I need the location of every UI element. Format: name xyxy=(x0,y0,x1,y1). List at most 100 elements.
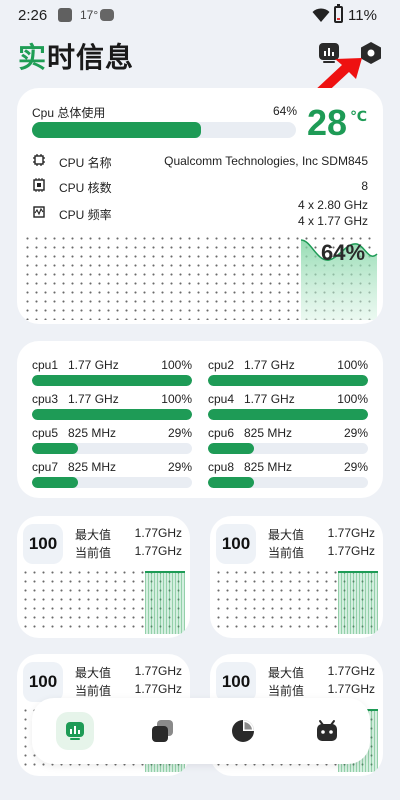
core-usage-bar xyxy=(208,375,368,386)
cpu-usage-bar-fill xyxy=(32,122,201,138)
cpu-temperature-unit: ℃ xyxy=(350,108,367,124)
nav-statistics[interactable] xyxy=(224,712,262,750)
cpu-usage-bar xyxy=(32,122,296,138)
max-frequency-value: 1.77GHz xyxy=(327,526,375,540)
core-usage-percent: 100% xyxy=(161,358,192,372)
android-icon xyxy=(317,720,337,741)
cpu-core-item: cpu8 825 MHz 29% xyxy=(208,460,368,490)
notification-app-icon xyxy=(58,8,72,22)
nav-realtime-info[interactable] xyxy=(56,712,94,750)
core-name: cpu7 xyxy=(32,460,59,474)
core-frequency-card[interactable]: 100 最大值 1.77GHz 当前值 1.77GHz xyxy=(210,516,383,638)
core-usage-bar-fill xyxy=(32,375,192,386)
core-name: cpu8 xyxy=(208,460,235,474)
core-frequency-card[interactable]: 100 最大值 1.77GHz 当前值 1.77GHz xyxy=(17,516,190,638)
message-notification-icon xyxy=(100,9,114,21)
frequency-icon xyxy=(33,206,45,218)
realtime-info-icon xyxy=(66,722,84,740)
cpu-core-item: cpu6 825 MHz 29% xyxy=(208,426,368,456)
core-frequency: 825 MHz xyxy=(68,460,117,474)
frequency-history-fill xyxy=(145,572,185,634)
core-usage-bar xyxy=(208,477,368,488)
battery-icon xyxy=(334,4,343,23)
cores-icon xyxy=(33,178,45,192)
cpu-core-item: cpu5 825 MHz 29% xyxy=(32,426,192,456)
core-usage-bar-fill xyxy=(208,443,255,454)
current-frequency-value: 1.77GHz xyxy=(327,682,375,696)
max-frequency-value: 1.77GHz xyxy=(327,664,375,678)
cpu-name-value: Qualcomm Technologies, Inc SDM845 xyxy=(164,154,368,168)
cpu-frequency-big: 4 x 2.80 GHz xyxy=(297,198,368,212)
core-usage-bar xyxy=(32,443,192,454)
core-frequency: 1.77 GHz xyxy=(68,358,119,372)
battery-percent: 11% xyxy=(348,7,377,24)
max-frequency-label: 最大值 xyxy=(75,666,112,680)
core-usage-percent: 29% xyxy=(343,426,368,440)
core-name: cpu6 xyxy=(208,426,235,440)
frequency-history-line xyxy=(145,571,185,573)
core-name: cpu2 xyxy=(208,358,235,372)
pie-chart-icon xyxy=(232,720,254,742)
cpu-usage-percent: 64% xyxy=(272,104,297,118)
status-time: 2:26 xyxy=(18,7,48,24)
nav-device[interactable] xyxy=(308,712,346,750)
core-usage-percent: 100% xyxy=(161,392,192,406)
current-frequency-label: 当前值 xyxy=(75,684,112,698)
core-usage-bar xyxy=(208,409,368,420)
max-frequency-value: 1.77GHz xyxy=(134,526,182,540)
current-frequency-label: 当前值 xyxy=(268,546,305,560)
current-frequency-value: 1.77GHz xyxy=(327,544,375,558)
max-frequency-label: 最大值 xyxy=(268,666,305,680)
cpu-name-label: CPU 名称 xyxy=(59,156,112,170)
page-title: 实时信息 xyxy=(18,36,134,76)
cpu-frequency-little: 4 x 1.77 GHz xyxy=(297,214,368,228)
nav-layers[interactable] xyxy=(144,712,182,750)
cpu-core-item: cpu2 1.77 GHz 100% xyxy=(208,358,368,388)
core-usage-bar-fill xyxy=(32,443,79,454)
frequency-percent-badge: 100 xyxy=(23,662,63,702)
core-frequency: 1.77 GHz xyxy=(68,392,119,406)
cpu-usage-graph-percent: 64% xyxy=(321,240,366,265)
core-frequency: 1.77 GHz xyxy=(244,358,295,372)
core-name: cpu3 xyxy=(32,392,59,406)
core-usage-bar-fill xyxy=(208,477,255,488)
core-usage-bar xyxy=(32,375,192,386)
cpu-core-item: cpu3 1.77 GHz 100% xyxy=(32,392,192,422)
cpu-cores-card: cpu1 1.77 GHz 100% cpu2 1.77 GHz 100% cpu3 1.77… xyxy=(17,341,383,498)
status-bar: 2:26 17° 11% xyxy=(0,0,400,30)
frequency-history-fill xyxy=(338,572,378,634)
current-frequency-label: 当前值 xyxy=(75,546,112,560)
core-frequency: 825 MHz xyxy=(244,426,293,440)
core-usage-percent: 100% xyxy=(337,392,368,406)
frequency-percent-badge: 100 xyxy=(216,524,256,564)
max-frequency-label: 最大值 xyxy=(75,528,112,542)
core-usage-bar-fill xyxy=(32,477,79,488)
core-usage-percent: 29% xyxy=(167,426,192,440)
cpu-overview-card: Cpu 总体使用 64% 28 ℃ CPU 名称 Qualcomm Techno… xyxy=(17,88,383,324)
max-frequency-value: 1.77GHz xyxy=(134,664,182,678)
cpu-core-item: cpu1 1.77 GHz 100% xyxy=(32,358,192,388)
current-frequency-value: 1.77GHz xyxy=(134,544,182,558)
core-usage-percent: 29% xyxy=(167,460,192,474)
core-usage-bar-fill xyxy=(32,409,192,420)
cpu-temperature: 28 xyxy=(307,102,348,143)
core-name: cpu1 xyxy=(32,358,59,372)
layers-icon xyxy=(152,720,173,742)
core-frequency: 825 MHz xyxy=(68,426,117,440)
core-usage-bar-fill xyxy=(208,375,368,386)
core-name: cpu4 xyxy=(208,392,235,406)
cpu-cores-value: 8 xyxy=(361,179,368,193)
max-frequency-label: 最大值 xyxy=(268,528,305,542)
page-title-rest: 时信息 xyxy=(47,42,135,73)
chip-icon xyxy=(33,154,45,166)
core-frequency: 825 MHz xyxy=(244,460,293,474)
frequency-percent-badge: 100 xyxy=(216,662,256,702)
core-usage-bar xyxy=(208,443,368,454)
cpu-cores-label: CPU 核数 xyxy=(59,181,112,195)
core-usage-bar-fill xyxy=(208,409,368,420)
wifi-icon xyxy=(312,8,330,22)
weather-temp: 17° xyxy=(80,8,99,22)
core-usage-percent: 100% xyxy=(337,358,368,372)
cpu-frequency-label: CPU 频率 xyxy=(59,208,112,222)
cpu-core-item: cpu4 1.77 GHz 100% xyxy=(208,392,368,422)
